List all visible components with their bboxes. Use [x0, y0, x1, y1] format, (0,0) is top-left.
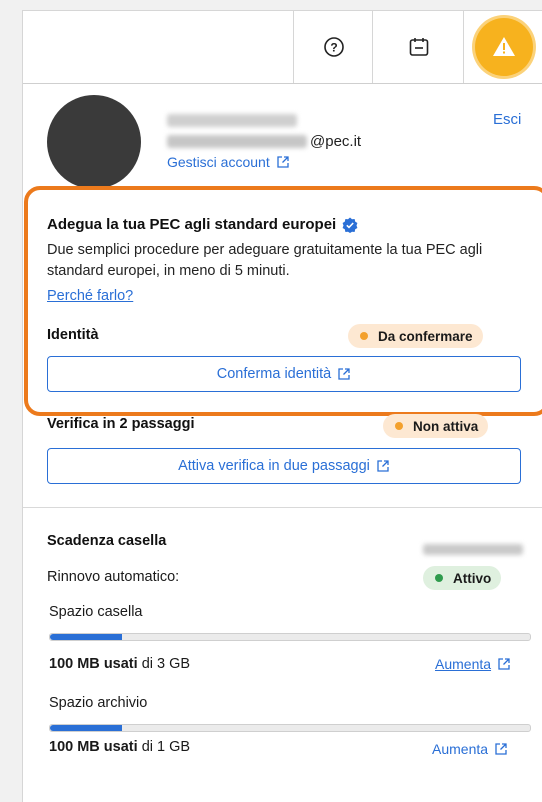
redacted-email: [167, 135, 307, 148]
help-icon: ?: [323, 37, 344, 57]
status-dot: [360, 332, 368, 340]
external-link-icon: [277, 156, 289, 168]
external-link-icon: [495, 743, 507, 755]
external-link-icon: [498, 658, 510, 670]
confirm-identity-button[interactable]: Conferma identità: [47, 356, 521, 392]
toolbar: ?: [23, 11, 542, 84]
external-link-icon: [338, 368, 350, 380]
two-step-label: Verifica in 2 passaggi: [47, 416, 195, 432]
mailbox-space-bar: [49, 633, 531, 641]
warning-highlight: [475, 18, 533, 76]
status-dot: [435, 574, 443, 582]
verified-badge-icon: [342, 217, 358, 233]
archive-space-label: Spazio archivio: [49, 695, 148, 711]
warning-button[interactable]: [463, 11, 542, 83]
divider: [23, 507, 542, 508]
manage-account-link[interactable]: Gestisci account: [167, 154, 290, 170]
status-dot: [395, 422, 403, 430]
logout-link[interactable]: Esci: [493, 111, 521, 128]
calendar-button[interactable]: [372, 11, 464, 83]
mailbox-space-label: Spazio casella: [49, 604, 143, 620]
account-panel: ? @pec.it Gestisci account Esci Adegua l…: [22, 10, 542, 802]
archive-space-fill: [50, 725, 122, 731]
email-domain: @pec.it: [310, 133, 362, 150]
two-step-status-badge: Non attiva: [383, 414, 489, 438]
identity-label: Identità: [47, 327, 99, 343]
auto-renew-label: Rinnovo automatico:: [47, 569, 180, 585]
increase-mailbox-link[interactable]: Aumenta: [435, 656, 511, 672]
external-link-icon: [377, 460, 389, 472]
manage-account-label: Gestisci account: [167, 154, 270, 170]
activate-two-step-button[interactable]: Attiva verifica in due passaggi: [47, 448, 521, 484]
expiry-label: Scadenza casella: [47, 533, 167, 549]
help-button[interactable]: ?: [293, 11, 373, 83]
archive-usage: 100 MB usati di 1 GB: [49, 739, 191, 755]
pec-standard-title: Adegua la tua PEC agli standard europei: [47, 216, 358, 233]
calendar-icon: [409, 38, 428, 56]
mailbox-space-fill: [50, 634, 122, 640]
avatar: [47, 95, 141, 189]
archive-space-bar: [49, 724, 531, 732]
redacted-name: [167, 114, 297, 127]
redacted-expiry-date: [423, 544, 523, 555]
mailbox-usage: 100 MB usati di 3 GB: [49, 656, 191, 672]
pec-standard-description: Due semplici procedure per adeguare grat…: [47, 242, 483, 279]
svg-text:?: ?: [330, 41, 337, 55]
auto-renew-status-badge: Attivo: [423, 566, 502, 590]
warning-icon: [493, 37, 515, 56]
why-link[interactable]: Perché farlo?: [47, 288, 133, 304]
increase-archive-link[interactable]: Aumenta: [432, 741, 508, 757]
identity-status-badge: Da confermare: [348, 324, 483, 348]
